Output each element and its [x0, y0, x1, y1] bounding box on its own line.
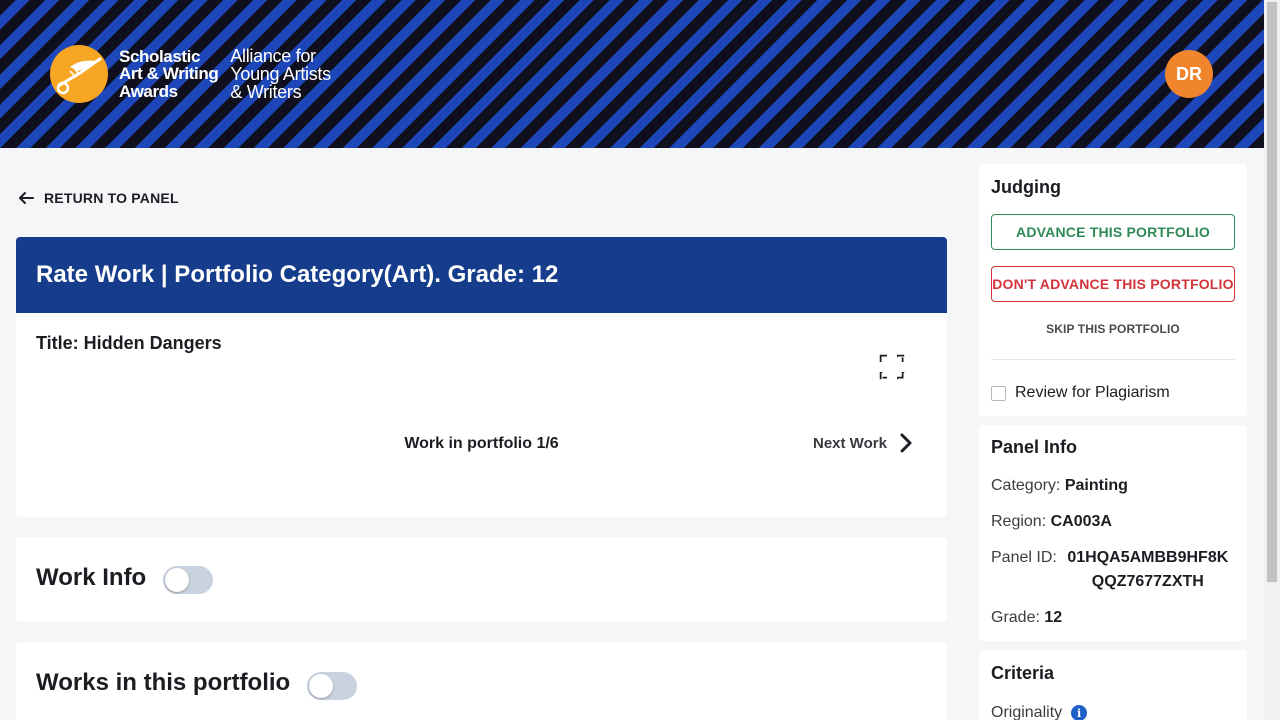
works-in-portfolio-label: Works in this portfolio [36, 669, 291, 696]
work-info-toggle[interactable] [163, 566, 213, 594]
panel-id: Panel ID: 01HQA5AMBB9HF8KQQZ7677ZXTH [991, 549, 1234, 594]
user-avatar[interactable]: DR [1165, 50, 1213, 98]
info-icon[interactable]: i [1071, 705, 1088, 720]
logo-sub-line-2: Young Artists [230, 64, 331, 84]
criteria-item: Originality i [991, 704, 1088, 720]
logo-sub-line-1: Alliance for [230, 46, 316, 66]
next-work-label: Next Work [813, 434, 887, 452]
panel-info-title: Panel Info [991, 437, 1078, 457]
panel-category: Category: Painting [991, 477, 1128, 495]
panel-info-card: Panel Info Category: Painting Region: CA… [979, 425, 1247, 641]
toggle-knob [309, 674, 333, 698]
scrollbar-thumb[interactable] [1267, 2, 1277, 582]
panel-id-label: Panel ID: [991, 549, 1057, 566]
judging-title: Judging [991, 177, 1061, 197]
fullscreen-expand-icon[interactable] [878, 353, 906, 381]
work-title: Title: Hidden Dangers [36, 333, 222, 353]
grade-label: Grade: [991, 609, 1040, 626]
logo-sub-line-3: & Writers [230, 82, 302, 102]
divider [991, 359, 1235, 360]
region-label: Region: [991, 513, 1047, 530]
next-work-button[interactable]: Next Work [813, 432, 913, 454]
panel-region: Region: CA003A [991, 513, 1112, 531]
return-to-panel-label: RETURN TO PANEL [44, 190, 179, 206]
advance-portfolio-button[interactable]: ADVANCE THIS PORTFOLIO [991, 214, 1235, 250]
arrow-left-icon [19, 192, 34, 204]
rate-work-card: Rate Work | Portfolio Category(Art). Gra… [16, 237, 947, 517]
plagiarism-checkbox[interactable] [991, 385, 1006, 401]
category-label: Category: [991, 477, 1061, 494]
logo-line-2: Art & Writing [119, 64, 219, 84]
category-value: Painting [1064, 477, 1128, 494]
panel-id-value: 01HQA5AMBB9HF8KQQZ7677ZXTH [1067, 549, 1229, 590]
return-to-panel-link[interactable]: RETURN TO PANEL [18, 190, 179, 206]
work-info-section: Work Info [16, 537, 947, 622]
page-scrollbar[interactable] [1264, 0, 1280, 720]
criteria-title: Criteria [991, 663, 1055, 683]
works-in-portfolio-section: Works in this portfolio [16, 642, 947, 720]
grade-value: 12 [1044, 609, 1063, 626]
panel-grade: Grade: 12 [991, 609, 1062, 627]
portfolio-position: Work in portfolio 1/6 [404, 435, 559, 452]
logo-line-1: Scholastic [119, 46, 201, 66]
plagiarism-review-option[interactable]: Review for Plagiarism [991, 384, 1170, 402]
judging-card: Judging ADVANCE THIS PORTFOLIO DON'T ADV… [979, 164, 1247, 416]
logo-subtitle: Alliance for Young Artists & Writers [230, 47, 331, 101]
logo-line-3: Awards [119, 81, 178, 101]
region-value: CA003A [1050, 513, 1112, 530]
rate-work-heading: Rate Work | Portfolio Category(Art). Gra… [16, 237, 947, 313]
skip-portfolio-button[interactable]: SKIP THIS PORTFOLIO [979, 322, 1247, 336]
toggle-knob [165, 568, 189, 592]
scholastic-logo[interactable]: Scholastic Art & Writing Awards Alliance… [50, 45, 331, 103]
header-banner: Scholastic Art & Writing Awards Alliance… [0, 0, 1264, 148]
chevron-right-icon [900, 433, 912, 453]
logo-wordmark: Scholastic Art & Writing Awards [119, 46, 219, 101]
works-in-portfolio-toggle[interactable] [307, 672, 357, 700]
logo-emblem-icon [50, 45, 108, 103]
dont-advance-portfolio-button[interactable]: DON'T ADVANCE THIS PORTFOLIO [991, 266, 1235, 302]
criteria-item-label: Originality [991, 704, 1063, 720]
plagiarism-label: Review for Plagiarism [1015, 384, 1170, 401]
work-info-label: Work Info [36, 564, 147, 591]
criteria-card: Criteria Originality i [979, 650, 1247, 720]
